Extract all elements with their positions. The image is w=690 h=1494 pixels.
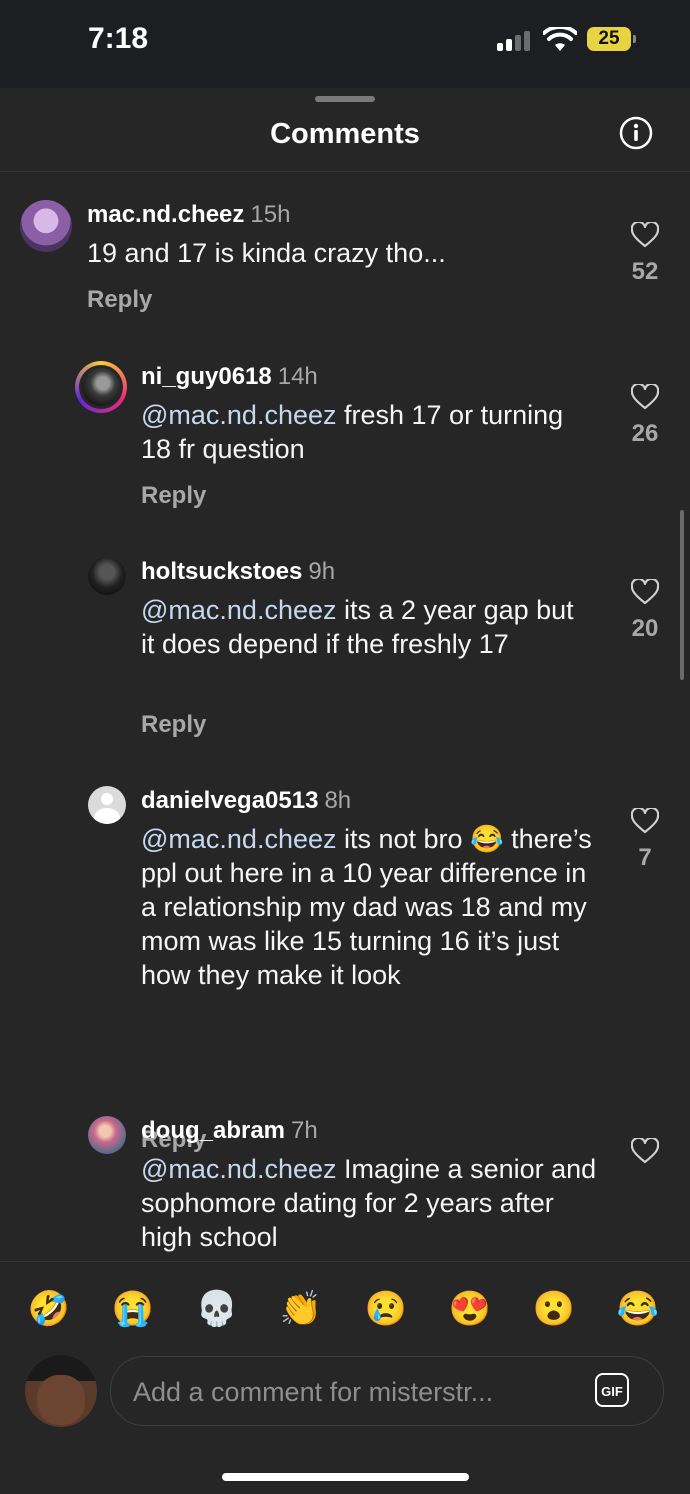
- emoji-wow[interactable]: 😮: [529, 1284, 579, 1334]
- emoji-skull[interactable]: 💀: [192, 1284, 242, 1334]
- heart-outline-icon[interactable]: [631, 1138, 659, 1164]
- comment-input-box[interactable]: GIF: [110, 1356, 664, 1426]
- like-button[interactable]: 52: [625, 222, 665, 286]
- mention-link[interactable]: @mac.nd.cheez: [141, 824, 337, 854]
- battery-level: 25: [587, 27, 631, 51]
- emoji-rofl[interactable]: 🤣: [24, 1284, 74, 1334]
- mention-link[interactable]: @mac.nd.cheez: [141, 1154, 337, 1184]
- comment-composer: 🤣 😭 💀 👏 😢 😍 😮 😂 GIF: [0, 1261, 690, 1494]
- comment-text: @mac.nd.cheez its not bro 😂 there’s ppl …: [141, 822, 601, 992]
- sheet-grabber[interactable]: [315, 96, 375, 102]
- cellular-signal-icon: [497, 31, 533, 51]
- mention-link[interactable]: @mac.nd.cheez: [141, 400, 337, 430]
- heart-outline-icon[interactable]: [631, 384, 659, 410]
- comment-username[interactable]: mac.nd.cheez: [87, 201, 244, 228]
- comment-username[interactable]: danielvega0513: [141, 787, 318, 814]
- comment-text: @mac.nd.cheez Imagine a senior and sopho…: [141, 1152, 601, 1254]
- like-count: 20: [631, 615, 659, 642]
- avatar[interactable]: [20, 200, 72, 252]
- avatar[interactable]: [88, 786, 126, 824]
- like-button[interactable]: 7: [625, 808, 665, 872]
- status-bar: 7:18 25: [0, 0, 690, 88]
- mention-link[interactable]: @mac.nd.cheez: [141, 595, 337, 625]
- avatar[interactable]: [75, 361, 127, 413]
- comment-header: ni_guy0618 14h: [141, 363, 318, 391]
- like-count: 7: [638, 844, 652, 871]
- reply-button[interactable]: Reply: [141, 482, 206, 510]
- comment-header: danielvega0513 8h: [141, 787, 351, 815]
- comment-header: doug_abram 7h: [141, 1117, 318, 1145]
- battery-tip: [633, 35, 636, 43]
- comment-header: mac.nd.cheez 15h: [87, 201, 290, 229]
- emoji-cry[interactable]: 😢: [361, 1284, 411, 1334]
- emoji-joy[interactable]: 😂: [613, 1284, 663, 1334]
- like-count: 26: [631, 420, 659, 447]
- scrollbar[interactable]: [680, 510, 684, 680]
- avatar[interactable]: [88, 557, 126, 595]
- heart-outline-icon[interactable]: [631, 808, 659, 834]
- like-button[interactable]: 20: [625, 579, 665, 643]
- gif-button[interactable]: GIF: [595, 1373, 629, 1407]
- comment-username[interactable]: doug_abram: [141, 1117, 285, 1144]
- comment-text: @mac.nd.cheez fresh 17 or turning 18 fr …: [141, 398, 581, 466]
- reply-button[interactable]: Reply: [141, 711, 206, 739]
- comment-time: 9h: [308, 558, 336, 585]
- like-count: 52: [631, 258, 659, 285]
- like-button[interactable]: 26: [625, 384, 665, 448]
- like-button[interactable]: [625, 1138, 665, 1164]
- comment-text: @mac.nd.cheez its a 2 year gap but it do…: [141, 593, 581, 661]
- avatar[interactable]: [88, 1116, 126, 1154]
- comment-time: 8h: [324, 787, 352, 814]
- comment-time: 14h: [277, 363, 318, 390]
- my-avatar: [25, 1355, 97, 1427]
- heart-outline-icon[interactable]: [631, 222, 659, 248]
- status-time: 7:18: [88, 22, 149, 55]
- emoji-bar: 🤣 😭 💀 👏 😢 😍 😮 😂: [0, 1284, 690, 1334]
- header-divider: [0, 171, 690, 172]
- comment-time: 7h: [291, 1117, 318, 1144]
- home-indicator: [222, 1473, 469, 1481]
- reply-button[interactable]: Reply: [87, 286, 152, 314]
- comment-username[interactable]: holtsuckstoes: [141, 558, 302, 585]
- sheet-title: Comments: [270, 118, 420, 150]
- emoji-heart-eyes[interactable]: 😍: [445, 1284, 495, 1334]
- comment-body: 19 and 17 is kinda crazy tho...: [87, 238, 446, 268]
- wifi-icon: [543, 27, 577, 51]
- heart-outline-icon[interactable]: [631, 579, 659, 605]
- emoji-sob[interactable]: 😭: [108, 1284, 158, 1334]
- comment-text: 19 and 17 is kinda crazy tho...: [87, 236, 607, 270]
- info-icon[interactable]: [619, 116, 653, 150]
- comment-time: 15h: [250, 201, 291, 228]
- comments-sheet: Comments mac.nd.cheez 15h 19 and 17 is ki…: [0, 88, 690, 1494]
- emoji-clap[interactable]: 👏: [276, 1284, 326, 1334]
- comment-input[interactable]: [131, 1369, 575, 1415]
- comment-username[interactable]: ni_guy0618: [141, 363, 272, 390]
- comment-header: holtsuckstoes 9h: [141, 558, 335, 586]
